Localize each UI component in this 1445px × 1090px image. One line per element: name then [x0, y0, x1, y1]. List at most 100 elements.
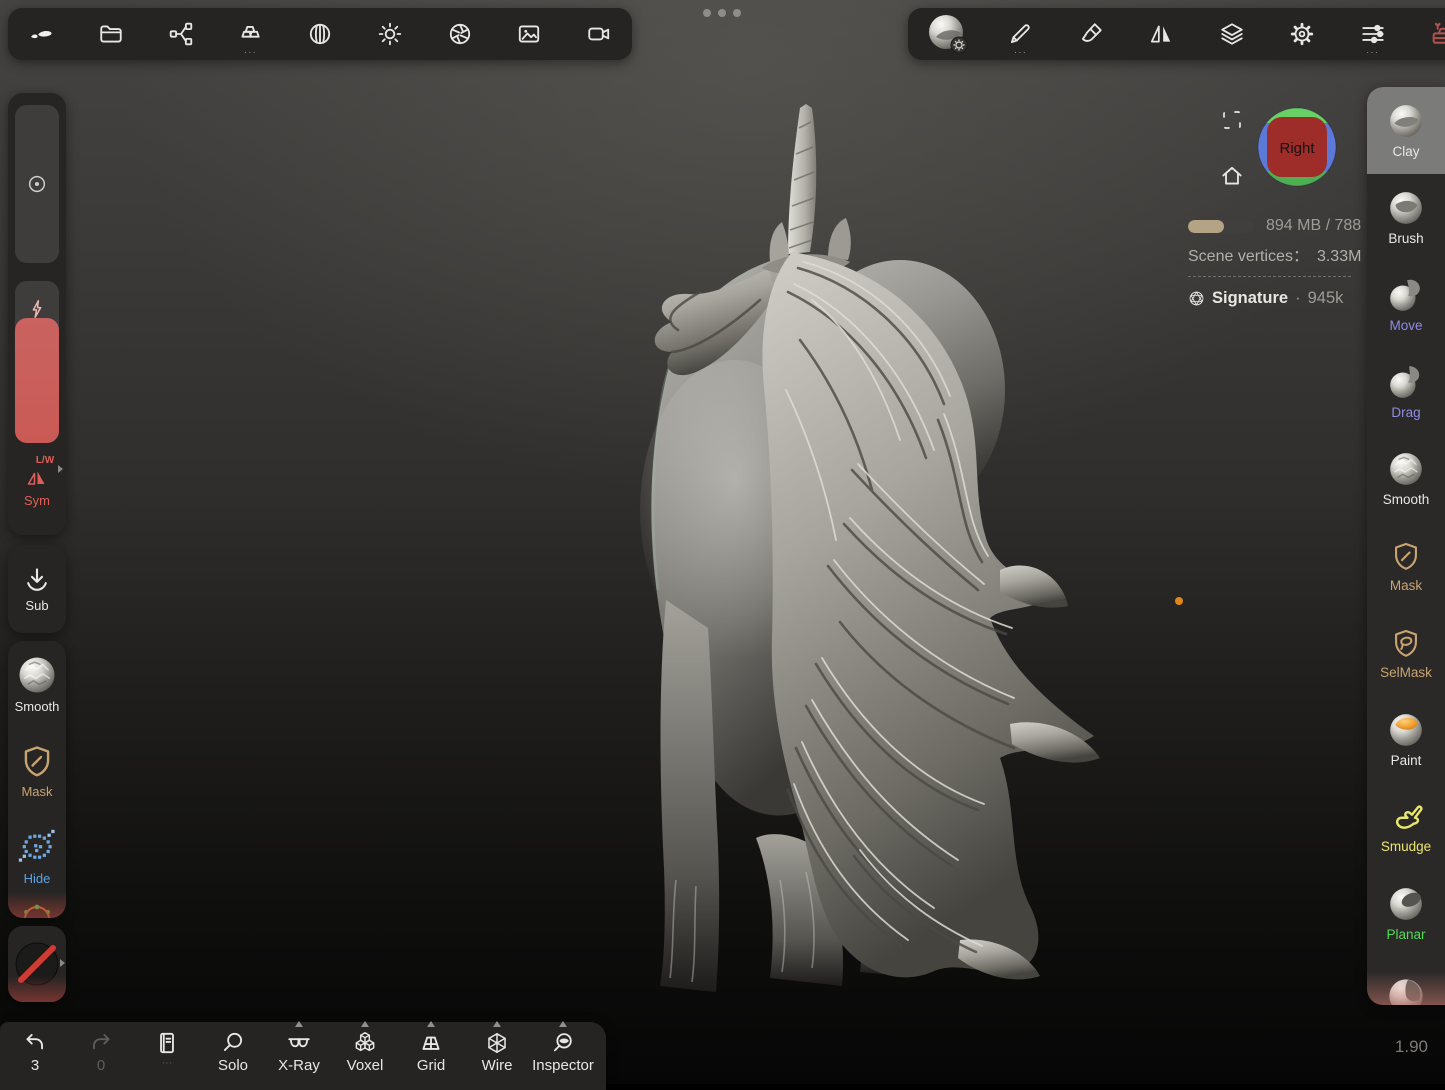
more-indicator: ···: [1000, 48, 1040, 58]
canvas-background: ··· ···: [0, 0, 1445, 1084]
quick-hide-button[interactable]: Hide: [8, 813, 66, 899]
inspector-label: Inspector: [532, 1057, 594, 1074]
falloff-brush-icon[interactable]: [1071, 14, 1111, 54]
top-left-toolbar: ···: [8, 8, 632, 60]
tool-smudge[interactable]: Smudge: [1367, 783, 1445, 870]
unicorn-mane: [762, 252, 1094, 977]
fullscreen-button[interactable]: [1218, 106, 1246, 134]
tool-mask[interactable]: Mask: [1367, 522, 1445, 609]
quick-mask-button[interactable]: Mask: [8, 727, 66, 813]
tool-label: Drag: [1391, 405, 1420, 420]
solo-button[interactable]: Solo: [200, 1028, 266, 1074]
bottom-toolbar: 3 0 ··· Solo X-Ray Voxel: [0, 1022, 606, 1090]
home-icon: [1219, 163, 1245, 189]
file-folder-icon[interactable]: [91, 14, 131, 54]
sym-mode-badge: L/W: [36, 455, 54, 466]
no-material-button[interactable]: [8, 926, 66, 1002]
sub-label: Sub: [25, 598, 48, 613]
history-button[interactable]: ···: [134, 1028, 200, 1069]
radius-target-icon: [26, 173, 48, 195]
layer-row[interactable]: Signature · 945k: [1188, 289, 1366, 308]
sym-label: Sym: [24, 493, 50, 508]
scene-graph-icon[interactable]: [161, 14, 201, 54]
paint-sphere-icon: [1387, 711, 1425, 749]
info-divider: [1188, 276, 1351, 277]
planar-sphere-icon: [1387, 885, 1425, 923]
voxel-button[interactable]: Voxel: [332, 1028, 398, 1074]
layers-icon[interactable]: [1212, 14, 1252, 54]
background-image-icon[interactable]: [509, 14, 549, 54]
undo-button[interactable]: 3: [2, 1028, 68, 1074]
tool-drag[interactable]: Drag: [1367, 348, 1445, 435]
xray-button[interactable]: X-Ray: [266, 1028, 332, 1074]
inspector-button[interactable]: Inspector: [530, 1028, 596, 1074]
camera-icon[interactable]: [579, 14, 619, 54]
render-icon[interactable]: [440, 14, 480, 54]
hide-pixels-icon: [16, 826, 58, 868]
submenu-caret-icon: [427, 1021, 435, 1027]
tool-label: Mask: [1390, 578, 1422, 593]
left-sub-panel: Sub: [8, 545, 66, 633]
xray-label: X-Ray: [278, 1057, 320, 1074]
toolbox-icon[interactable]: [1423, 14, 1445, 54]
stroke-pencil-icon[interactable]: ···: [1000, 14, 1040, 54]
clay-sphere-icon: [1387, 102, 1425, 140]
move-sphere-icon: [1387, 276, 1425, 314]
orientation-gizmo[interactable]: Right: [1257, 107, 1337, 187]
tool-label: Planar: [1386, 927, 1425, 942]
wire-label: Wire: [482, 1057, 513, 1074]
tool-selmask[interactable]: SelMask: [1367, 609, 1445, 696]
tool-label: Clay: [1392, 144, 1419, 159]
voxel-label: Voxel: [347, 1057, 384, 1074]
grid-button[interactable]: Grid: [398, 1028, 464, 1074]
tool-planar[interactable]: Planar: [1367, 870, 1445, 957]
tool-paint[interactable]: Paint: [1367, 696, 1445, 783]
multitask-handle[interactable]: [703, 9, 741, 17]
symmetry-mirror-icon[interactable]: [1141, 14, 1181, 54]
quick-smooth-button[interactable]: Smooth: [8, 641, 66, 727]
tool-brush[interactable]: Brush: [1367, 174, 1445, 261]
scene-vertices-value: 3.33M: [1317, 248, 1361, 265]
symmetry-button[interactable]: L/W Sym: [8, 455, 66, 508]
settings-gear-icon[interactable]: [1282, 14, 1322, 54]
submenu-caret-icon: [493, 1021, 501, 1027]
submenu-caret-icon: [295, 1021, 303, 1027]
topology-icon[interactable]: [300, 14, 340, 54]
more-indicator: ···: [162, 1057, 173, 1069]
brush-sphere-icon: [1387, 189, 1425, 227]
radius-slider[interactable]: [15, 105, 59, 263]
layer-name: Signature: [1212, 289, 1288, 308]
tool-label: Smudge: [1381, 839, 1431, 854]
wireframe-icon: [484, 1030, 510, 1056]
intensity-slider[interactable]: [15, 281, 59, 443]
layer-sep: ·: [1295, 289, 1301, 308]
layer-vertex-count: 945k: [1308, 289, 1344, 308]
tool-label: Move: [1389, 318, 1422, 333]
tool-label: Smooth: [1383, 492, 1430, 507]
bake-icon[interactable]: ···: [230, 14, 270, 54]
zoom-level: 1.90: [1395, 1037, 1428, 1057]
material-sphere-icon[interactable]: [926, 12, 970, 56]
intensity-lightning-icon: [15, 297, 59, 321]
smooth-sphere-icon: [16, 654, 58, 696]
left-quick-tools: Smooth Mask Hide: [8, 641, 66, 918]
symmetry-triangles-icon: [24, 466, 50, 490]
sub-arrow-icon: [22, 565, 52, 595]
sub-button[interactable]: Sub: [8, 545, 66, 633]
redo-button[interactable]: 0: [68, 1028, 134, 1074]
tool-clay[interactable]: Clay: [1367, 87, 1445, 174]
more-indicator: ···: [230, 48, 270, 58]
submenu-caret-icon: [559, 1021, 567, 1027]
home-button[interactable]: [1217, 161, 1247, 191]
memory-bar-fill: [1188, 220, 1224, 233]
quick-smooth-label: Smooth: [15, 699, 60, 714]
lighting-icon[interactable]: [370, 14, 410, 54]
app-logo-icon[interactable]: [21, 14, 61, 54]
gizmo-arc-icon[interactable]: [15, 903, 59, 918]
adjust-sliders-icon[interactable]: ···: [1353, 14, 1393, 54]
tool-smooth[interactable]: Smooth: [1367, 435, 1445, 522]
tool-move[interactable]: Move: [1367, 261, 1445, 348]
no-material-icon: [13, 940, 61, 988]
wire-button[interactable]: Wire: [464, 1028, 530, 1074]
memory-text: 894 MB / 788 M: [1266, 217, 1366, 235]
